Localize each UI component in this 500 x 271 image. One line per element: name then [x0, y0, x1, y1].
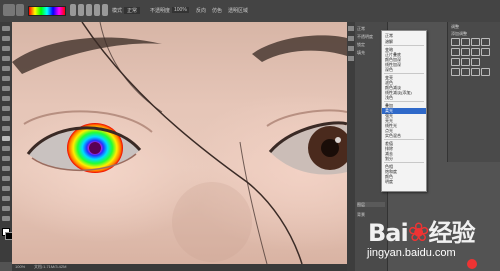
- black-white-icon[interactable]: [481, 48, 490, 56]
- quick-select-tool-icon[interactable]: [2, 56, 10, 61]
- watermark-url: jingyan.baidu.com: [367, 247, 456, 259]
- mode-label: 模式: [112, 8, 123, 14]
- paw-logo-icon: ❀: [407, 218, 430, 248]
- marquee-tool-icon[interactable]: [2, 36, 10, 41]
- adjustments-panel: 调整 添加调整: [447, 22, 500, 162]
- status-bar: 100% 文档:1.71M/3.42M: [12, 264, 347, 271]
- gradient-map-icon[interactable]: [481, 68, 490, 76]
- vibrance-icon[interactable]: [451, 48, 460, 56]
- properties-panel-icon[interactable]: [348, 36, 354, 41]
- blend-mode-menu: 正常 溶解 变暗 正片叠底 颜色加深 线性加深 深色 变亮 滤色 颜色减淡 线性…: [381, 30, 427, 192]
- photo-filter-icon[interactable]: [451, 58, 460, 66]
- color-lookup-icon[interactable]: [471, 58, 480, 66]
- blur-tool-icon[interactable]: [2, 146, 10, 151]
- history-panel-icon[interactable]: [348, 26, 354, 31]
- type-tool-icon[interactable]: [2, 176, 10, 181]
- watermark-suffix: 经验: [428, 219, 476, 247]
- opacity-input[interactable]: 100%: [172, 7, 189, 13]
- crop-tool-icon[interactable]: [2, 66, 10, 71]
- clone-stamp-tool-icon[interactable]: [2, 106, 10, 111]
- tool-preset-dropdown[interactable]: [16, 4, 24, 16]
- color-balance-icon[interactable]: [471, 48, 480, 56]
- face-photo: [12, 22, 347, 264]
- eyedropper-tool-icon[interactable]: [2, 76, 10, 81]
- angle-gradient-icon[interactable]: [86, 4, 92, 16]
- character-panel-icon[interactable]: [348, 56, 354, 61]
- dodge-tool-icon[interactable]: [2, 156, 10, 161]
- path-select-tool-icon[interactable]: [2, 186, 10, 191]
- document-canvas[interactable]: [12, 22, 347, 264]
- diamond-gradient-icon[interactable]: [102, 4, 108, 16]
- baidu-badge-icon: [467, 259, 477, 269]
- swatches-panel-icon[interactable]: [348, 46, 354, 51]
- watermark-brand: Bai: [368, 219, 409, 247]
- menu-item[interactable]: 明度: [385, 179, 393, 185]
- baidu-watermark: Bai❀经验: [368, 213, 476, 248]
- gradient-tool-icon[interactable]: [3, 4, 15, 16]
- menu-separator: [384, 73, 424, 74]
- posterize-icon[interactable]: [461, 68, 470, 76]
- opacity-label: 不透明度: [150, 8, 171, 14]
- threshold-icon[interactable]: [471, 68, 480, 76]
- curves-icon[interactable]: [471, 38, 480, 46]
- dither-checkbox[interactable]: 仿色: [212, 7, 222, 14]
- invert-icon[interactable]: [451, 68, 460, 76]
- levels-icon[interactable]: [461, 38, 470, 46]
- menu-separator: [384, 101, 424, 102]
- history-brush-tool-icon[interactable]: [2, 116, 10, 121]
- lasso-tool-icon[interactable]: [2, 46, 10, 51]
- menu-separator: [384, 162, 424, 163]
- panel-icon-column: [347, 22, 355, 271]
- reverse-checkbox[interactable]: 反向: [196, 7, 206, 14]
- linear-gradient-icon[interactable]: [70, 4, 76, 16]
- zoom-readout[interactable]: 100%: [15, 264, 25, 269]
- document-size-readout: 文档:1.71M/3.42M: [34, 264, 67, 269]
- hand-tool-icon[interactable]: [2, 206, 10, 211]
- right-eyebrow: [252, 35, 347, 62]
- menu-separator: [384, 139, 424, 140]
- zoom-tool-icon[interactable]: [2, 216, 10, 221]
- layer-row[interactable]: 图层: [357, 202, 385, 207]
- brush-tool-icon[interactable]: [2, 96, 10, 101]
- eraser-tool-icon[interactable]: [2, 126, 10, 131]
- move-tool-icon[interactable]: [2, 26, 10, 31]
- channel-mixer-icon[interactable]: [461, 58, 470, 66]
- pen-tool-icon[interactable]: [2, 166, 10, 171]
- healing-tool-icon[interactable]: [2, 86, 10, 91]
- mode-select[interactable]: 正常: [124, 7, 141, 14]
- brightness-icon[interactable]: [451, 38, 460, 46]
- exposure-icon[interactable]: [481, 38, 490, 46]
- radial-gradient-icon[interactable]: [78, 4, 84, 16]
- menu-separator: [384, 45, 424, 46]
- options-bar: 模式 正常 不透明度 100% 反向 仿色 透明区域: [0, 0, 500, 23]
- adjustments-subtitle: 添加调整: [451, 31, 467, 36]
- transparency-checkbox[interactable]: 透明区域: [228, 7, 248, 14]
- gradient-swatch[interactable]: [28, 6, 66, 16]
- shape-tool-icon[interactable]: [2, 196, 10, 201]
- gradient-tool-icon[interactable]: [2, 136, 10, 141]
- reflected-gradient-icon[interactable]: [94, 4, 100, 16]
- left-eyebrow: [12, 37, 162, 74]
- adjustments-title: 调整: [451, 24, 459, 29]
- hue-saturation-icon[interactable]: [461, 48, 470, 56]
